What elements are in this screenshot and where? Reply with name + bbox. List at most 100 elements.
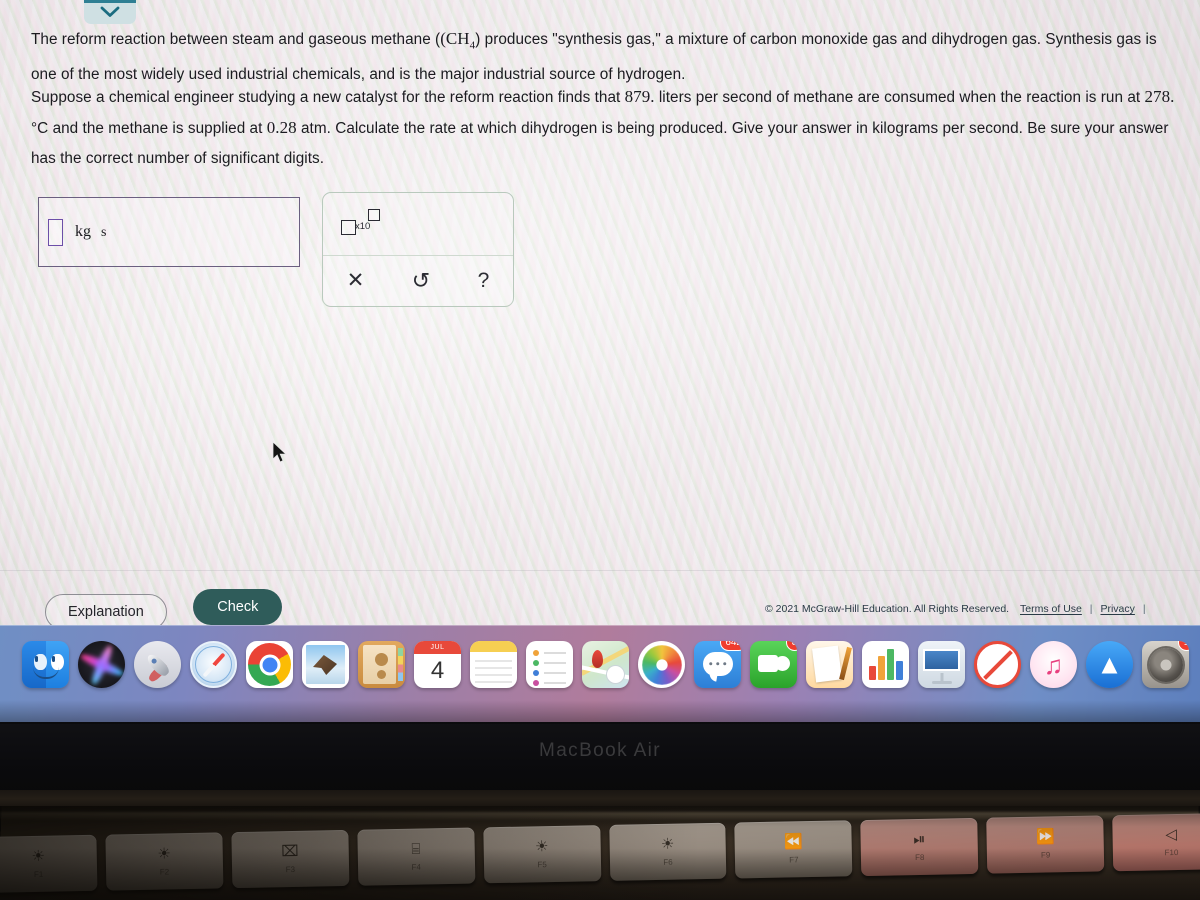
dock-item-maps[interactable] [582,641,629,688]
facetime-lens-icon [775,656,790,671]
toolbox-bottom-section: ✕ ↺ ? [323,255,513,305]
key-f2[interactable]: ☀ F2 [105,832,224,891]
problem-content: The reform reaction between steam and ga… [0,0,1200,640]
finder-eyes-icon [35,656,38,662]
problem-paragraph-1: The reform reaction between steam and ga… [31,24,1181,90]
terms-of-use-link[interactable]: Terms of Use [1020,603,1082,615]
notes-line-icon [475,674,512,676]
key-f7[interactable]: ⏪ F7 [734,820,853,879]
laptop-model-label: MacBook Air [538,740,662,761]
music-note-icon: ♫ [1043,649,1064,680]
copyright-text: © 2021 McGraw-Hill Education. All Rights… [765,603,1010,615]
calendar-day-label: 4 [430,657,445,684]
dock-item-finder[interactable] [22,641,69,688]
methane-formula: (CH4 [440,29,476,52]
numbers-bar-icon [878,656,885,680]
clear-icon[interactable]: ✕ [347,270,365,291]
dock-item-launchpad[interactable] [134,641,181,688]
pages-sheet-icon [812,645,842,683]
dock-item-photos[interactable] [638,641,685,688]
dock-item-chrome[interactable] [246,641,293,688]
mission-control-icon: ⌧ [281,842,299,861]
key-f5-label: F5 [537,860,547,870]
pages-pen-icon [839,646,852,681]
reminder-line-icon [544,662,566,664]
map-compass-icon [606,665,625,684]
key-f4[interactable]: ⌸ F4 [357,827,476,886]
map-pin-icon [592,650,603,668]
unit-numerator: kg [75,223,91,240]
dock-item-calendar[interactable]: JUL 4 [414,641,461,688]
dock-item-pages[interactable] [806,641,853,688]
undo-icon[interactable]: ↺ [412,269,430,292]
unit-fraction: kg s [72,223,109,241]
key-f7-label: F7 [789,855,799,865]
mute-icon: ◁ [1165,826,1178,844]
photos-center-icon [656,659,667,670]
problem-paragraph-2: Suppose a chemical engineer studying a n… [31,82,1191,174]
dock-item-facetime[interactable]: 8 [750,641,797,688]
dock-icon-list: JUL 4 642 8 ♫ ▲ 1 [22,641,1200,688]
dock-item-siri[interactable] [78,641,125,688]
sci-exponent-box-icon [368,209,380,221]
notes-line-icon [475,660,512,662]
check-button[interactable]: Check [193,589,283,625]
key-f6[interactable]: ☀ F6 [608,822,727,881]
key-f6-label: F6 [663,857,673,867]
facetime-badge: 8 [786,641,797,651]
dock-item-system-preferences[interactable]: 1 [1142,641,1189,688]
keyboard-backlight-down-icon: ☀ [534,838,549,856]
dock-item-messages[interactable]: 642 [694,641,741,688]
numbers-bar-icon [869,666,876,680]
key-f1[interactable]: ☀ F1 [0,834,98,893]
numbers-bar-icon [896,661,903,680]
dock-item-notes[interactable] [470,641,517,688]
key-f8-label: F8 [915,852,925,863]
launchpad-grid-icon: ⌸ [411,840,421,858]
dock-item-keynote[interactable] [918,641,965,688]
dock-item-reminders[interactable] [526,641,573,688]
sci-x10-label: x10 [355,221,371,232]
answer-box[interactable]: kg s [38,197,300,267]
dock-item-numbers[interactable] [862,641,909,688]
mouse-cursor [272,441,288,469]
rewind-icon: ⏪ [784,833,804,851]
key-f9[interactable]: ⏩ F9 [986,815,1105,874]
math-toolbox: x10 ✕ ↺ ? [322,192,514,307]
contacts-person-icon [375,653,388,666]
keynote-base-icon [931,681,952,684]
messages-badge: 642 [720,641,741,651]
brightness-down-icon: ☀ [31,847,46,866]
sci-base-box-icon [341,220,356,235]
dock-item-mail[interactable] [302,641,349,688]
fast-forward-icon: ⏩ [1035,828,1055,846]
para2-text-a: Suppose a chemical engineer studying a n… [31,89,625,106]
reminder-line-icon [544,672,566,674]
keynote-screen-icon [923,649,960,671]
chrome-center-blue-icon [262,657,277,672]
key-f10[interactable]: ◁ F10 [1112,813,1200,872]
key-f4-label: F4 [411,862,421,872]
footer-copyright: © 2021 McGraw-Hill Education. All Rights… [765,603,1151,615]
privacy-link[interactable]: Privacy [1100,603,1134,615]
reminder-dot-icon [533,670,539,676]
dock-item-contacts[interactable] [358,641,405,688]
key-f10-label: F10 [1164,847,1179,858]
key-f3[interactable]: ⌧ F3 [231,829,350,889]
macos-dock: JUL 4 642 8 ♫ ▲ 1 [0,625,1200,722]
para2-text-b: liters per second of methane are consume… [654,89,1145,106]
key-f8[interactable]: ⏯ F8 [860,817,979,877]
key-f1-label: F1 [33,869,44,879]
dock-item-music[interactable]: ♫ [1030,641,1077,688]
dock-item-safari[interactable] [190,641,237,688]
app-store-icon: ▲ [1096,649,1123,679]
key-f3-label: F3 [285,864,296,875]
answer-input[interactable] [48,218,63,246]
reminder-dot-icon [533,650,539,656]
help-icon[interactable]: ? [478,270,490,291]
dock-item-app-store[interactable]: ▲ [1086,641,1133,688]
key-f5[interactable]: ☀ F5 [482,825,601,884]
dock-item-no-entry[interactable] [974,641,1021,688]
key-f9-label: F9 [1040,850,1051,860]
scientific-notation-button[interactable]: x10 [341,209,389,239]
